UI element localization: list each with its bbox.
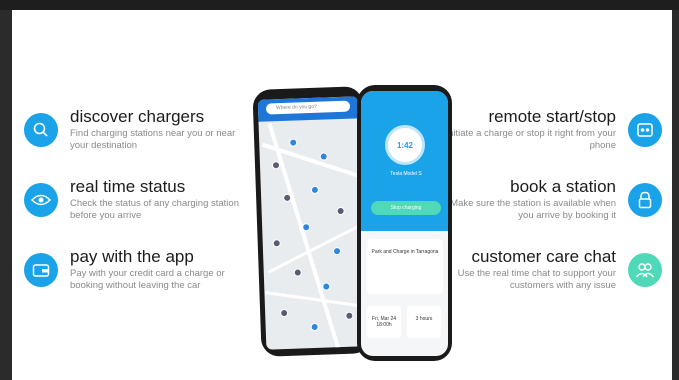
map-pin	[332, 247, 342, 256]
map-view: Where do you go?	[257, 96, 367, 350]
feature-description: Initiate a charge or stop it right from …	[445, 128, 616, 151]
wallet-icon	[24, 253, 58, 287]
feature-description: Check the status of any charging station…	[70, 198, 239, 221]
promo-panel: discover chargers Find charging stations…	[12, 10, 672, 380]
feature-description: Find charging stations near you or near …	[70, 128, 236, 151]
map-pin	[336, 206, 345, 216]
station-name: Park and Charge in Tarragona	[371, 249, 439, 255]
top-frame-bar	[0, 0, 679, 10]
booking-time: 18:00h	[376, 322, 392, 328]
map-pin	[322, 282, 331, 291]
booking-duration: 3 hours	[415, 316, 433, 322]
map-pin	[289, 138, 298, 147]
map-pin	[319, 152, 328, 161]
charge-timer: 1:42	[385, 125, 425, 165]
feature-title: customer care chat	[471, 247, 616, 266]
station-card: Park and Charge in Tarragona	[367, 239, 443, 294]
feature-description: Pay with your credit card a charge or bo…	[70, 268, 225, 291]
feature-title: discover chargers	[70, 107, 205, 126]
map-road	[265, 291, 365, 308]
feature-title: pay with the app	[70, 247, 194, 266]
lock-icon	[628, 183, 662, 217]
feature-description: Make sure the station is available when …	[450, 198, 616, 221]
map-pin	[310, 322, 319, 332]
map-pin	[280, 308, 289, 318]
map-pin	[310, 185, 320, 195]
map-pin	[293, 268, 302, 277]
map-pin	[271, 161, 281, 170]
booking-duration-card: 3 hours	[407, 306, 441, 338]
feature-title: book a station	[510, 177, 616, 196]
car-name: Tesla Model S	[390, 171, 422, 177]
stop-charging-button: Stop charging	[371, 201, 441, 215]
feature-description: Use the real time chat to support your c…	[457, 268, 616, 291]
eye-icon	[24, 183, 58, 217]
users-icon	[628, 253, 662, 287]
feature-title: remote start/stop	[488, 107, 616, 126]
map-pin	[272, 239, 281, 248]
booking-date-card: Fri, Mar 24 18:00h	[367, 306, 401, 338]
feature-title: real time status	[70, 177, 186, 196]
map-pin	[345, 311, 354, 320]
remote-icon	[628, 113, 662, 147]
app-screen: 1:42 Tesla Model S Stop charging Park an…	[361, 91, 448, 356]
search-icon	[24, 113, 58, 147]
phone-app-mockup: 1:42 Tesla Model S Stop charging Park an…	[357, 85, 452, 361]
map-pin	[302, 223, 311, 232]
phone-map-mockup: Where do you go?	[252, 86, 372, 357]
